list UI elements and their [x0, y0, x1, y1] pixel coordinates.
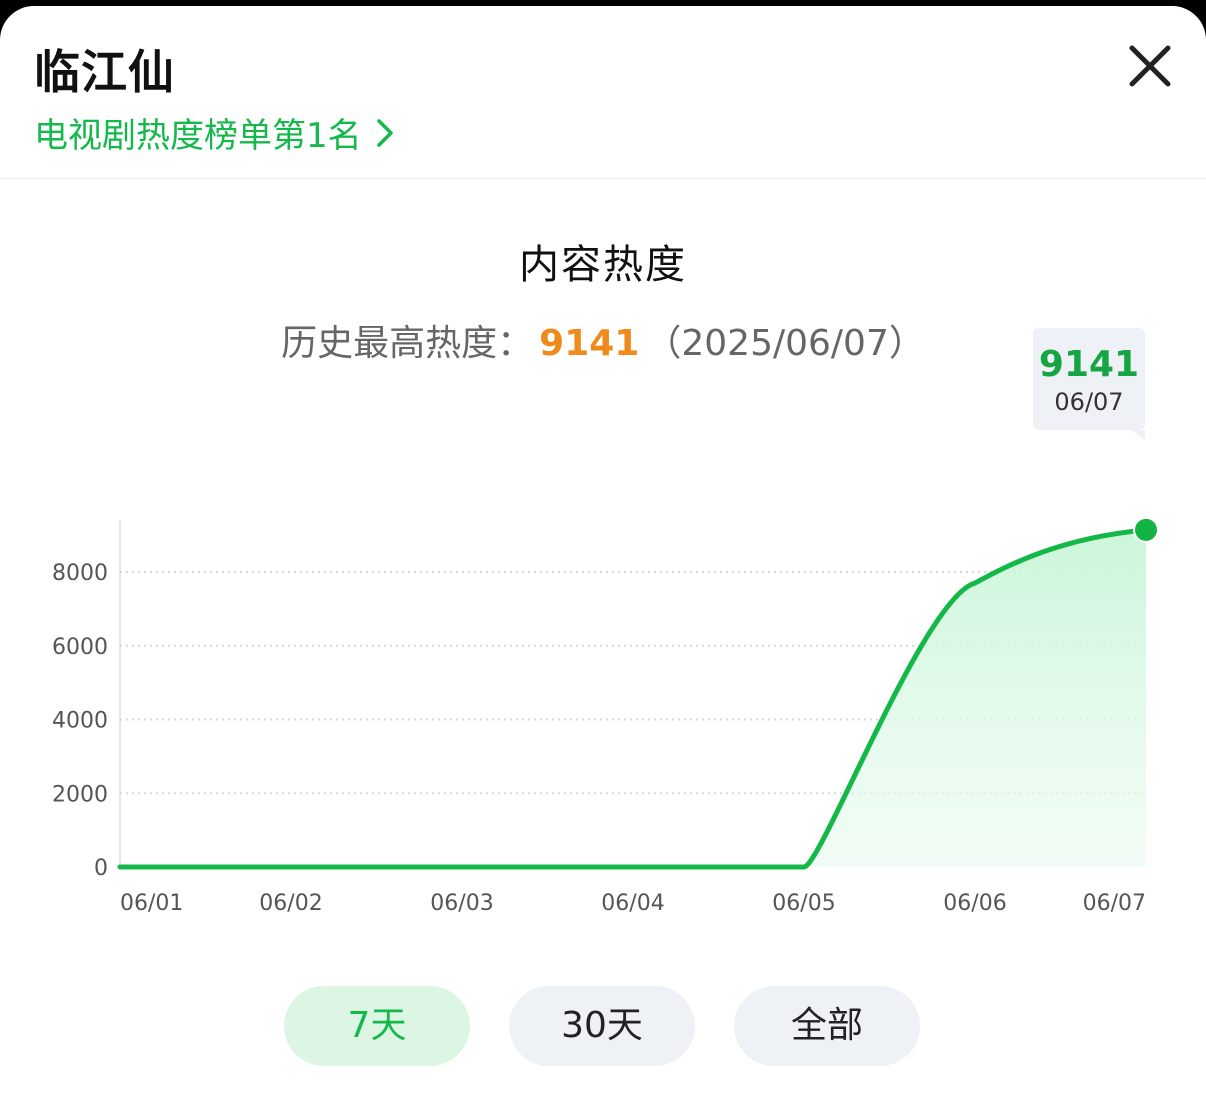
x-tick-label: 06/02: [259, 891, 322, 916]
x-tick-label: 06/01: [120, 891, 183, 916]
heat-chart: 0 2000 4000 6000 8000 06/01 06/02 06/03 06/04 06…: [52, 516, 1159, 916]
x-tick-label: 06/03: [430, 891, 493, 916]
last-point-marker: [1133, 516, 1159, 543]
tooltip-date: 06/07: [1054, 388, 1124, 416]
range-tabs: 7天 30天 全部: [0, 986, 1206, 1066]
chart-tooltip: 9141 06/07: [1033, 328, 1145, 440]
series-area: [120, 529, 1146, 867]
tab-30-days[interactable]: 30天: [509, 986, 695, 1066]
tab-7-days[interactable]: 7天: [284, 986, 470, 1066]
y-tick-label: 0: [94, 856, 108, 881]
tab-all[interactable]: 全部: [734, 986, 920, 1066]
x-tick-label: 06/04: [601, 891, 664, 916]
y-tick-label: 6000: [52, 635, 108, 660]
y-tick-label: 4000: [52, 709, 108, 734]
y-tick-label: 8000: [52, 561, 108, 586]
tooltip-value: 9141: [1038, 344, 1140, 385]
x-tick-label: 06/06: [943, 891, 1006, 916]
x-tick-label: 06/05: [772, 891, 835, 916]
y-tick-label: 2000: [52, 782, 108, 807]
x-tick-label: 06/07: [1083, 891, 1146, 916]
